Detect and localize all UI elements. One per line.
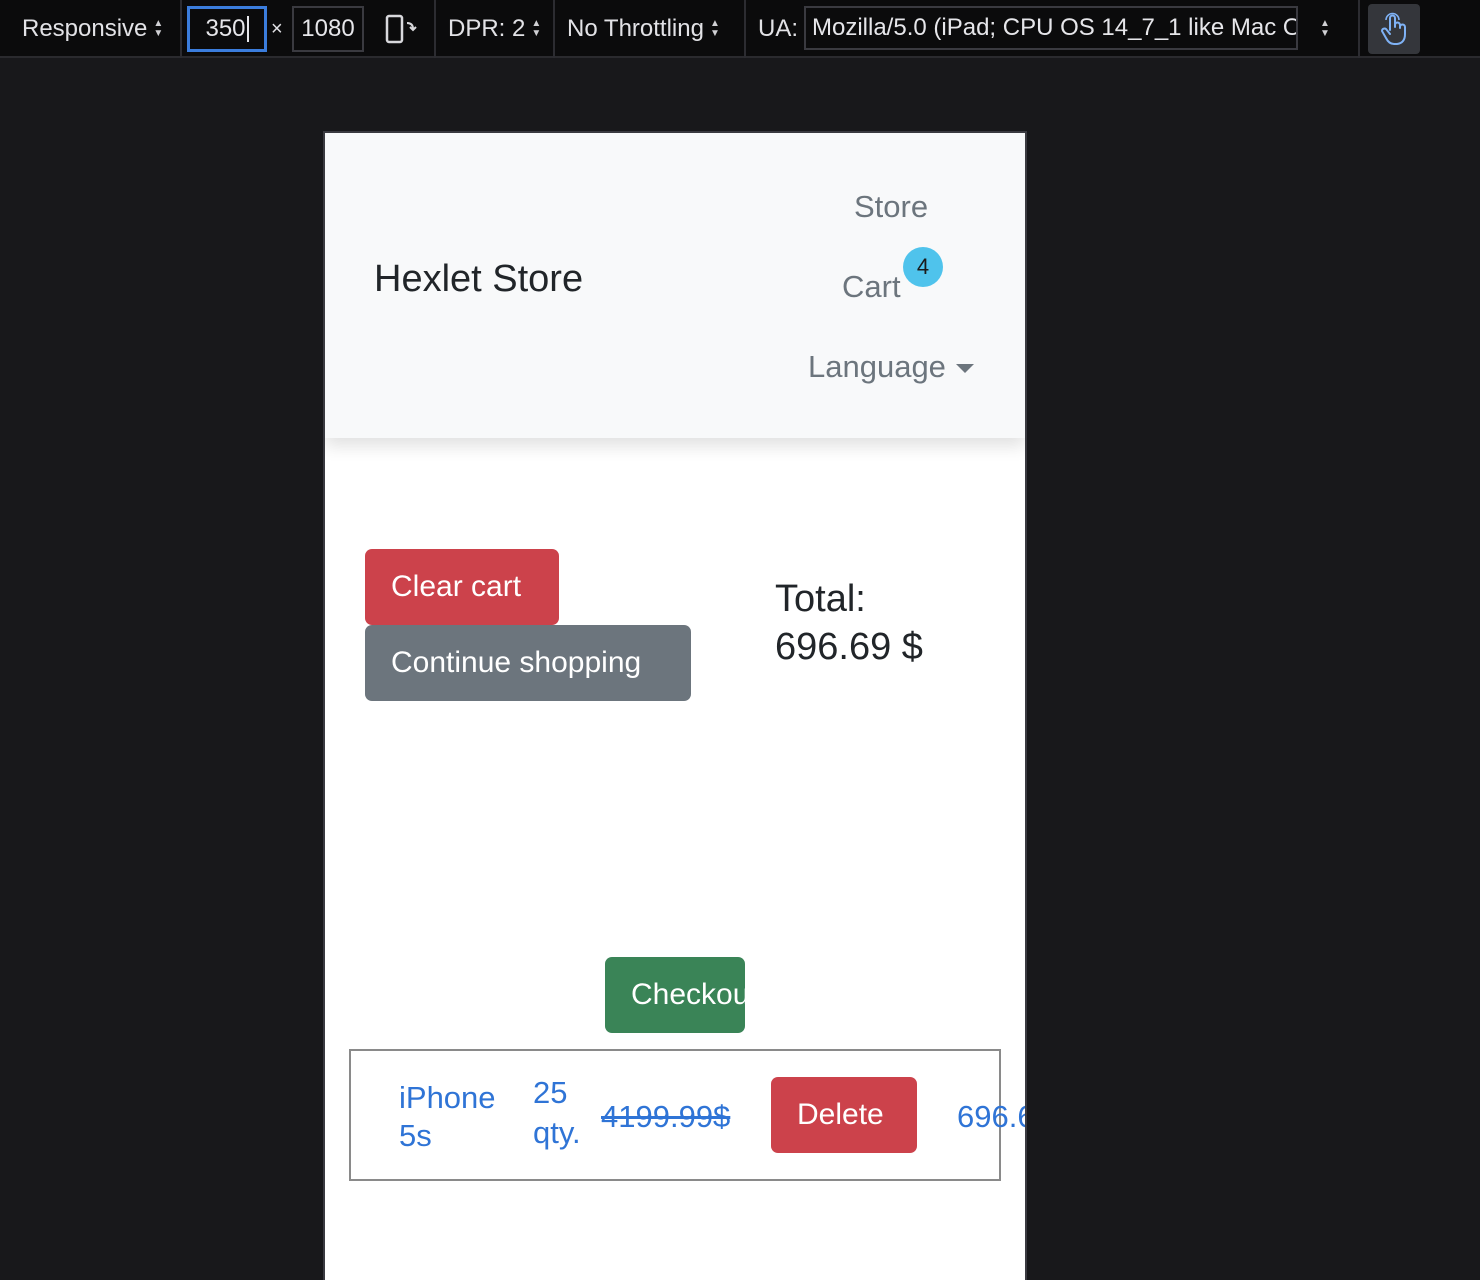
responsive-design-toolbar: Responsive ▲ ▼ 350 × 1080 DPR: 2 ▲ ▼ No Th… (0, 0, 1480, 58)
dimension-separator: × (271, 17, 283, 40)
device-mode-select[interactable]: Responsive ▲ ▼ (22, 0, 163, 58)
updown-arrows-icon: ▲ ▼ (709, 18, 720, 39)
total-label: Total: (775, 578, 866, 620)
product-name-link[interactable]: iPhone 5s (399, 1079, 496, 1155)
clear-cart-button[interactable]: Clear cart (365, 549, 559, 625)
dpr-label: DPR: 2 (448, 15, 526, 42)
device-viewport: Hexlet Store Store Cart 4 Language Clear… (323, 131, 1027, 1280)
toolbar-divider (180, 0, 182, 58)
text-caret (246, 16, 249, 42)
product-name-line: iPhone (399, 1080, 496, 1115)
clear-cart-label: Clear cart (391, 570, 522, 603)
nav-link-store[interactable]: Store (854, 189, 928, 225)
nav-link-cart[interactable]: Cart (842, 269, 901, 305)
navbar: Hexlet Store Store Cart 4 Language (325, 133, 1025, 438)
toolbar-divider (553, 0, 555, 58)
dpr-select[interactable]: DPR: 2 ▲ ▼ (448, 0, 541, 58)
updown-arrows-icon: ▲ ▼ (1320, 18, 1330, 39)
updown-arrows-icon: ▲ ▼ (531, 18, 542, 39)
throttling-select[interactable]: No Throttling ▲ ▼ (567, 0, 720, 58)
viewport-height-input[interactable]: 1080 (292, 6, 364, 52)
throttling-label: No Throttling (567, 15, 704, 42)
item-quantity: 25 qty. (533, 1073, 581, 1153)
checkout-label: Checkout (631, 978, 745, 1011)
ua-label: UA: (758, 15, 799, 42)
cart-item-row: iPhone 5s 25 qty. 4199.99$ Delete 696.69… (349, 1049, 1025, 1181)
rotate-device-icon[interactable] (384, 0, 418, 58)
delete-item-button[interactable]: Delete (771, 1077, 917, 1153)
item-price: 696.69 $ (957, 1099, 1025, 1134)
total-value: 696.69 $ (775, 626, 923, 668)
continue-shopping-button[interactable]: Continue shopping (365, 625, 691, 701)
toolbar-divider (744, 0, 746, 58)
cart-count-badge: 4 (903, 247, 943, 287)
user-agent-value: Mozilla/5.0 (iPad; CPU OS 14_7_1 like Ma… (812, 14, 1298, 41)
delete-label: Delete (797, 1098, 884, 1131)
continue-shopping-label: Continue shopping (391, 646, 642, 679)
toolbar-divider (1358, 0, 1360, 58)
viewport-width-value: 350 (205, 15, 246, 42)
cart-total: Total: 696.69 $ (775, 575, 923, 671)
checkout-button[interactable]: Checkout (605, 957, 745, 1033)
user-agent-input[interactable]: Mozilla/5.0 (iPad; CPU OS 14_7_1 like Ma… (804, 6, 1298, 50)
updown-arrows-icon: ▲ ▼ (153, 18, 164, 39)
language-label: Language (808, 349, 946, 384)
device-mode-label: Responsive (22, 15, 148, 42)
touch-hand-icon (1381, 12, 1406, 45)
viewport-height-value: 1080 (301, 15, 355, 42)
brand-link[interactable]: Hexlet Store (374, 258, 583, 301)
old-price: 4199.99$ (601, 1099, 731, 1134)
user-agent-select[interactable]: ▲ ▼ (1314, 0, 1330, 58)
quantity-unit: qty. (533, 1115, 581, 1150)
viewport-width-input[interactable]: 350 (187, 6, 267, 52)
language-dropdown[interactable]: Language (808, 349, 974, 385)
toolbar-divider (434, 0, 436, 58)
caret-down-icon (955, 364, 974, 374)
quantity-value: 25 (533, 1075, 568, 1110)
touch-simulation-button[interactable] (1368, 4, 1420, 54)
product-name-line: 5s (399, 1118, 432, 1153)
